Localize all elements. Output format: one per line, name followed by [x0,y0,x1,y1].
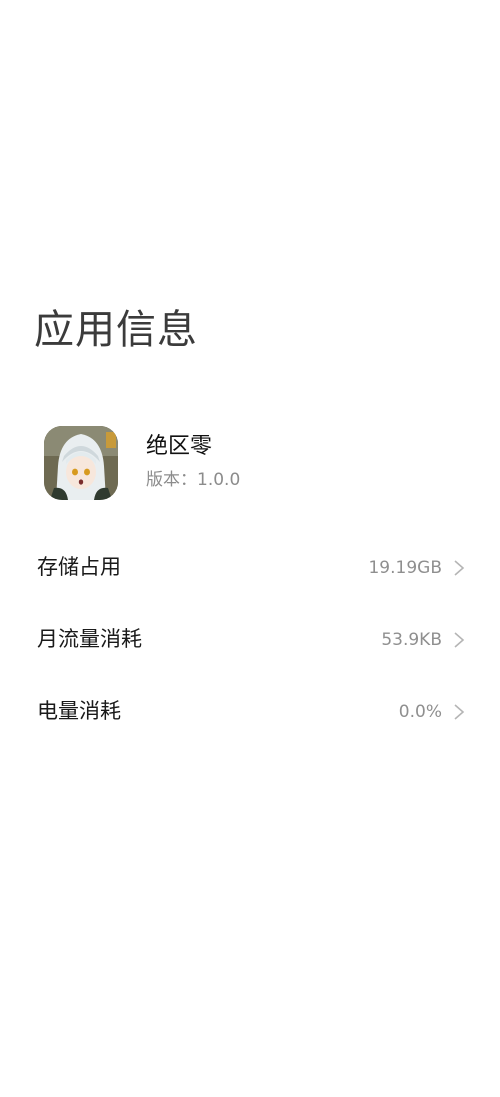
chevron-right-icon [454,704,465,720]
page-title: 应用信息 [34,307,198,353]
monthly-data-usage-row[interactable]: 月流量消耗 53.9KB [0,604,500,676]
chevron-right-icon [454,560,465,576]
monthly-data-usage-value: 53.9KB [381,630,442,650]
storage-usage-label: 存储占用 [37,555,121,579]
app-version: 版本：1.0.0 [146,470,241,490]
storage-usage-value: 19.19GB [368,558,442,578]
app-header: 绝区零 版本：1.0.0 [44,424,464,500]
storage-usage-row[interactable]: 存储占用 19.19GB [0,532,500,604]
battery-usage-value: 0.0% [398,702,442,722]
app-icon [44,426,118,500]
chevron-right-icon [454,632,465,648]
battery-usage-row[interactable]: 电量消耗 0.0% [0,676,500,748]
settings-list: 存储占用 19.19GB 月流量消耗 53.9KB 电量消耗 0.0% [0,532,500,748]
app-info-screen: 应用信息 绝区零 版本：1.0.0 存储占用 19.19GB 月流量消耗 53.… [0,0,500,1097]
battery-usage-label: 电量消耗 [37,699,121,723]
app-name: 绝区零 [146,434,213,459]
monthly-data-usage-label: 月流量消耗 [37,627,142,651]
